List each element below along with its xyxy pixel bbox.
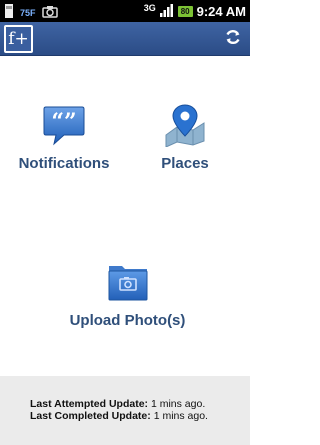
notifications-label: Notifications bbox=[18, 155, 110, 172]
speech-bubble-icon: “” bbox=[42, 103, 86, 151]
upload-photos-label: Upload Photo(s) bbox=[69, 312, 186, 329]
app-header: f+ bbox=[0, 22, 250, 56]
notifications-tile[interactable]: “” Notifications bbox=[10, 103, 118, 172]
svg-text:“”: “” bbox=[51, 109, 76, 135]
status-right: 3G 80 9:24 AM bbox=[144, 2, 246, 21]
upload-photos-tile[interactable]: Upload Photo(s) bbox=[60, 260, 195, 329]
signal-icon bbox=[159, 2, 174, 21]
last-completed-value: 1 mins ago. bbox=[153, 410, 208, 422]
last-completed-row: Last Completed Update: 1 mins ago. bbox=[30, 410, 208, 422]
refresh-button[interactable] bbox=[222, 28, 244, 50]
status-bar: 75F 3G 80 9:24 AM bbox=[0, 0, 250, 22]
app-screen: 75F 3G 80 9:24 AM f+ “” Notifications Pl… bbox=[0, 0, 250, 445]
battery-indicator: 80 bbox=[177, 6, 193, 17]
temperature: 75F bbox=[20, 7, 36, 18]
network-type: 3G bbox=[143, 2, 156, 13]
update-status-text: Last Attempted Update: 1 mins ago. Last … bbox=[30, 398, 208, 422]
camera-icon bbox=[41, 3, 58, 22]
last-completed-label: Last Completed Update: bbox=[30, 410, 151, 422]
sd-card-icon bbox=[4, 3, 14, 22]
folder-camera-icon bbox=[106, 260, 150, 308]
refresh-icon bbox=[224, 28, 242, 50]
last-attempted-row: Last Attempted Update: 1 mins ago. bbox=[30, 398, 208, 410]
places-label: Places bbox=[161, 155, 209, 172]
update-status-footer: Last Attempted Update: 1 mins ago. Last … bbox=[0, 376, 250, 445]
app-logo[interactable]: f+ bbox=[4, 25, 33, 53]
status-left: 75F bbox=[4, 3, 58, 22]
last-attempted-label: Last Attempted Update: bbox=[30, 398, 149, 410]
logo-text: f+ bbox=[6, 27, 31, 51]
places-tile[interactable]: Places bbox=[145, 103, 225, 172]
map-pin-icon bbox=[163, 103, 207, 151]
clock: 9:24 AM bbox=[196, 4, 246, 19]
last-attempted-value: 1 mins ago. bbox=[150, 398, 206, 410]
